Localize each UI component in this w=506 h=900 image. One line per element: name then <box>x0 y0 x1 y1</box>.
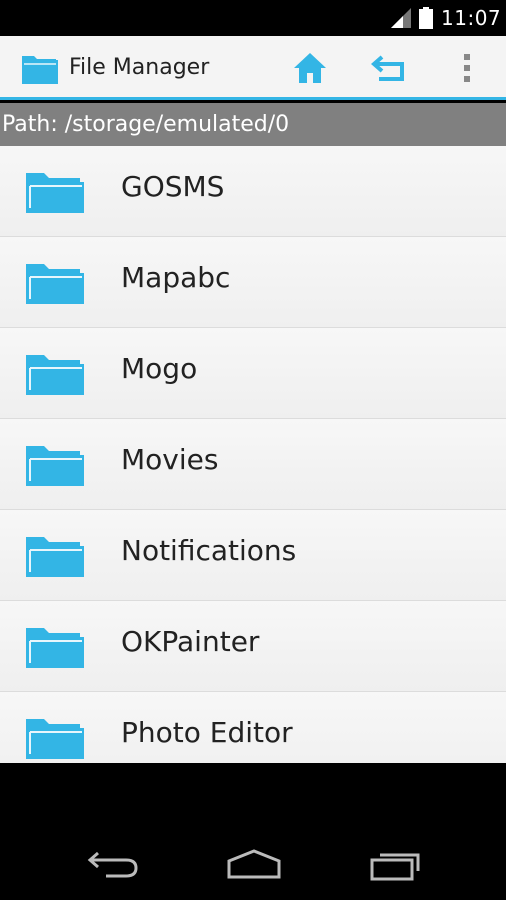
folder-icon <box>26 355 84 395</box>
list-item[interactable]: Notifications <box>0 510 506 601</box>
list-item[interactable]: OKPainter <box>0 601 506 692</box>
path-bar: Path: /storage/emulated/0 <box>0 103 506 146</box>
file-name: Photo Editor <box>121 716 293 749</box>
nav-home-icon[interactable] <box>224 847 284 881</box>
list-item[interactable]: Mogo <box>0 328 506 419</box>
status-time: 11:07 <box>441 6 502 30</box>
nav-recent-apps-icon[interactable] <box>366 847 426 881</box>
folder-icon <box>26 173 84 213</box>
file-name: Mapabc <box>121 261 231 294</box>
overflow-menu-icon <box>464 54 470 82</box>
list-item[interactable]: Mapabc <box>0 237 506 328</box>
folder-icon <box>26 537 84 577</box>
file-list: GOSMS Mapabc Mogo Movies Notifications O… <box>0 146 506 763</box>
folder-icon <box>26 264 84 304</box>
file-name: Mogo <box>121 352 198 385</box>
home-icon <box>294 53 326 83</box>
navigation-bar <box>0 763 506 900</box>
folder-icon <box>26 719 84 759</box>
file-name: OKPainter <box>121 625 260 658</box>
folder-icon <box>22 56 58 84</box>
list-item[interactable]: Movies <box>0 419 506 510</box>
cell-signal-icon <box>391 8 411 28</box>
folder-icon <box>26 446 84 486</box>
overflow-menu-button[interactable] <box>445 50 489 90</box>
home-button[interactable] <box>288 50 332 90</box>
back-arrow-icon <box>371 55 404 81</box>
list-item[interactable]: Photo Editor <box>0 692 506 763</box>
back-button[interactable] <box>367 50 411 90</box>
file-name: Movies <box>121 443 219 476</box>
folder-icon <box>26 628 84 668</box>
action-bar: File Manager <box>0 36 506 100</box>
status-bar: 11:07 <box>0 0 506 36</box>
nav-back-icon[interactable] <box>84 847 144 881</box>
app-title: File Manager <box>69 55 210 80</box>
file-name: GOSMS <box>121 170 225 203</box>
file-name: Notifications <box>121 534 297 567</box>
battery-icon <box>419 7 433 29</box>
list-item[interactable]: GOSMS <box>0 146 506 237</box>
